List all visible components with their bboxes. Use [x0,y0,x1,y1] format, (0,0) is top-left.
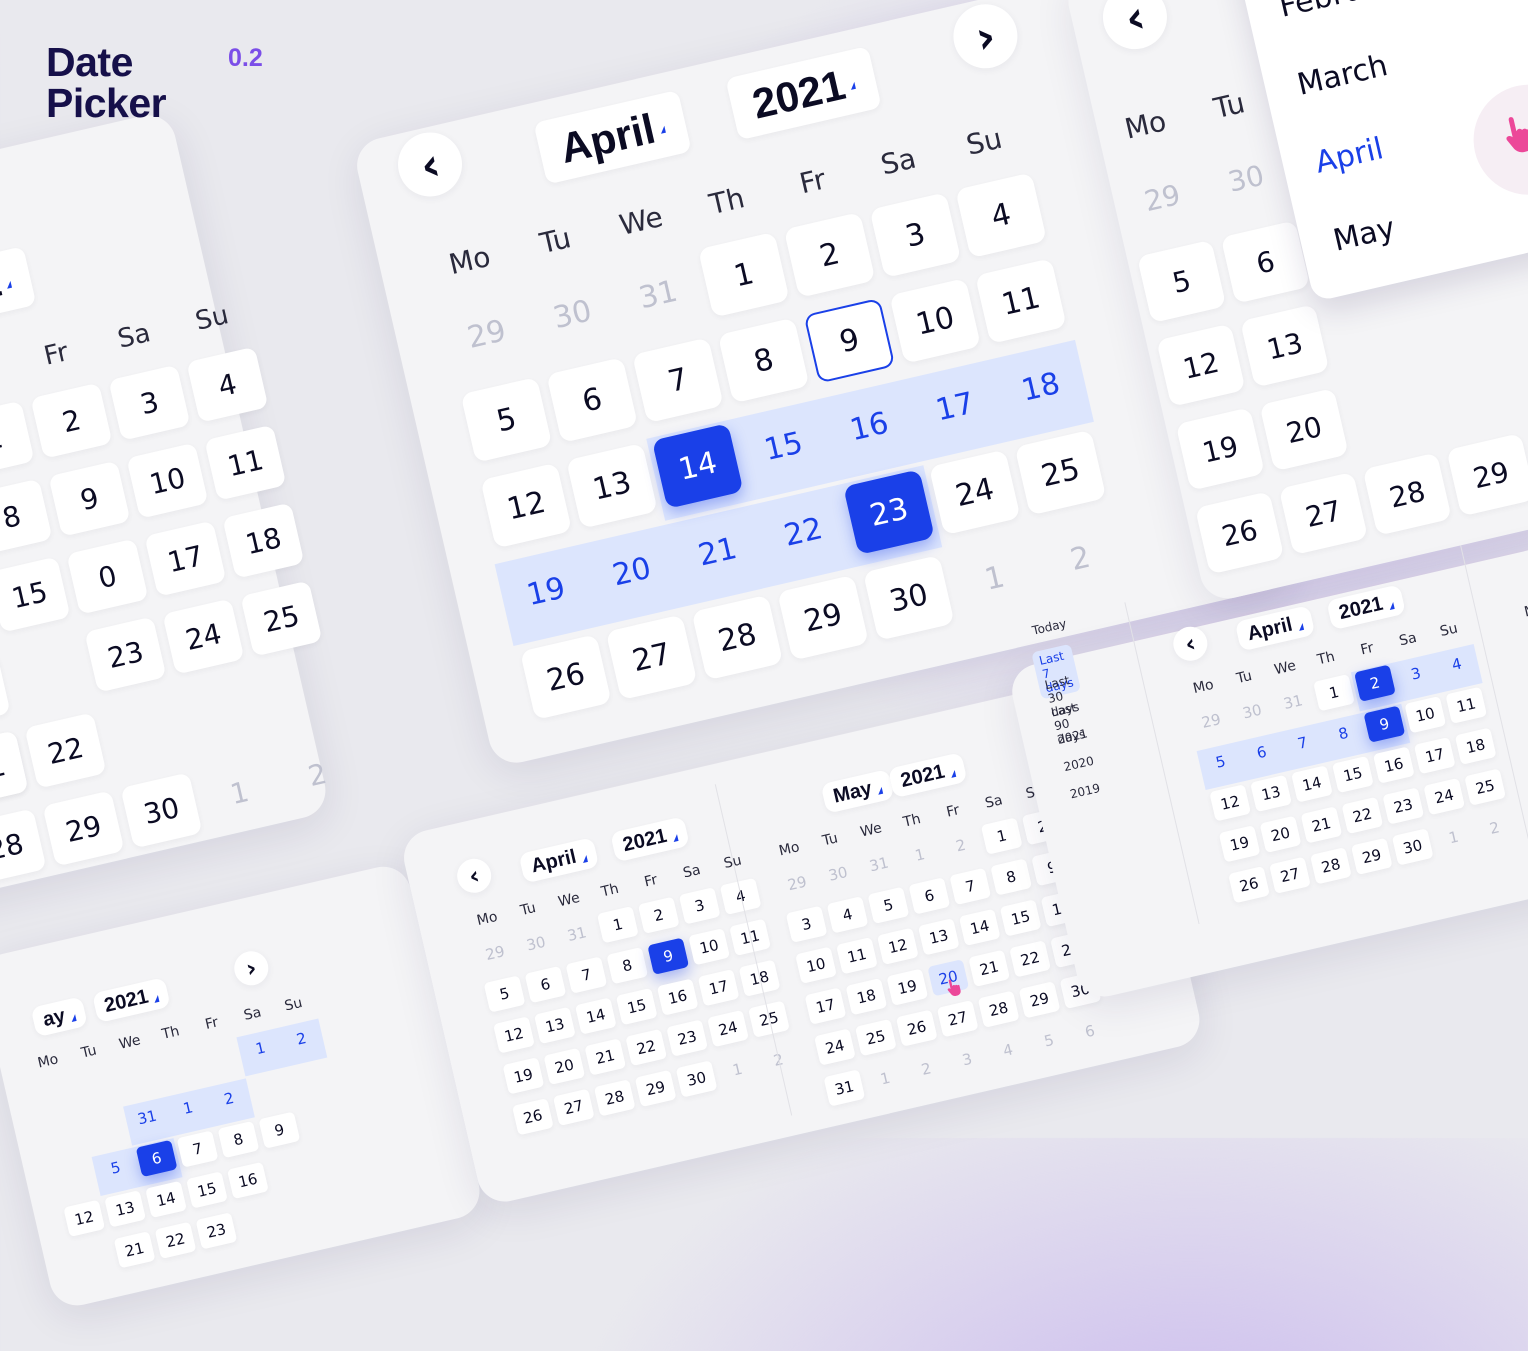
caret-down-icon [5,280,12,289]
caret-down-icon [671,833,678,842]
caret-down-icon [69,1013,77,1022]
caret-down-icon [849,81,856,90]
month-option-march[interactable]: March [1294,48,1391,103]
small-bottom-left-year-label: 2021 [102,985,151,1017]
large-main-year-label: 2021 [747,60,850,128]
brand-title-line2: Picker [46,80,167,126]
month-option-february[interactable]: February [1276,0,1413,25]
chevron-right-icon: › [243,953,260,984]
brand: Date Picker 0.2 [46,39,263,126]
small-may-month-label: May [831,776,874,808]
scene: 2021›MoTuWeThFrSaSu123489101115017182324… [0,0,1528,1311]
brand-version: 0.2 [228,44,263,72]
small-april-year-label: 2021 [620,824,669,856]
chevron-left-icon: ‹ [415,136,446,193]
caret-down-icon [659,125,666,134]
brand-title-line1: Date [46,39,133,85]
small-may-year-label: 2021 [898,760,947,792]
range-april-year-label: 2021 [1336,592,1386,624]
caret-down-icon [152,994,160,1003]
caret-down-icon [1297,622,1304,631]
caret-down-icon [580,854,588,863]
chevron-left-icon: ‹ [466,861,483,891]
caret-down-icon [1387,601,1395,610]
large-main-month-label: April [555,104,660,172]
month-option-may[interactable]: May [1330,211,1398,259]
chevron-right-icon: › [970,8,1001,65]
month-option-april[interactable]: April [1312,131,1387,181]
caret-down-icon [876,786,883,795]
chevron-left-icon: ‹ [1182,628,1199,659]
caret-down-icon [949,769,956,778]
chevron-left-icon: ‹ [1119,0,1150,46]
small-bottom-left-month-label: ay [40,1004,68,1031]
